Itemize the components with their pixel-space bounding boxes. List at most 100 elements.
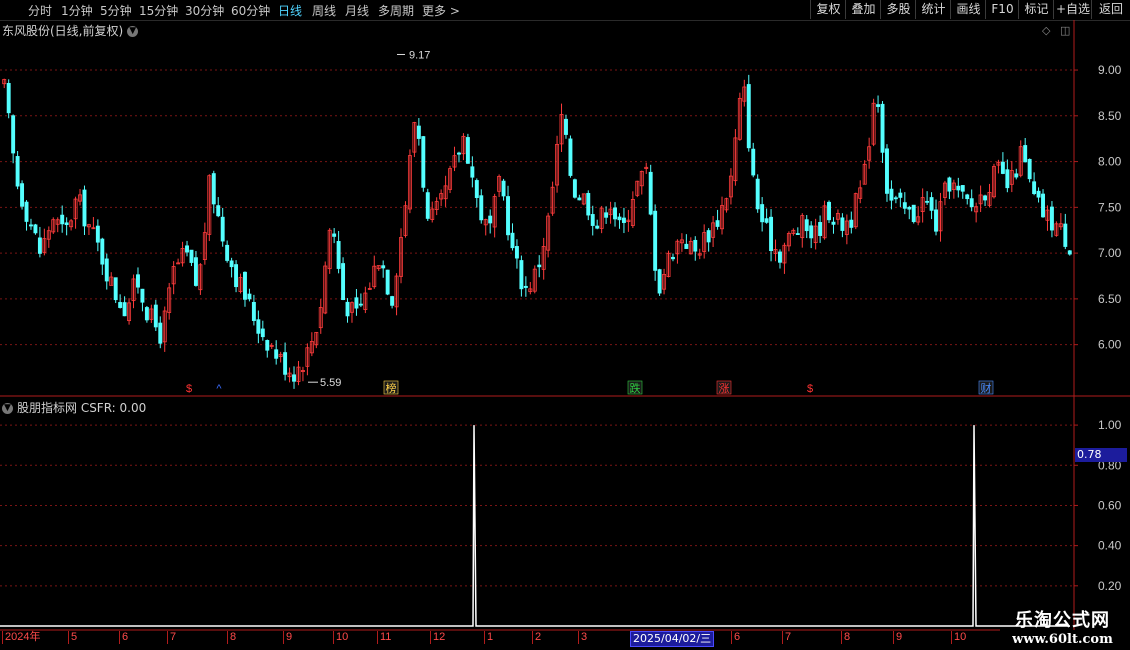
- candle-body: [595, 225, 600, 229]
- candle-body: [390, 296, 395, 306]
- candle-body: [804, 219, 809, 232]
- candle-body: [1023, 145, 1028, 163]
- chevron-down-icon[interactable]: ▼: [2, 403, 13, 414]
- candle-body: [1027, 158, 1032, 180]
- candle-body: [416, 125, 421, 139]
- date-axis-label: 7: [782, 631, 791, 644]
- candle-body: [243, 271, 247, 300]
- date-axis-label: 2: [532, 631, 541, 644]
- indicator-tick-label: 0.60: [1098, 498, 1122, 512]
- date-axis: 2024年 5 6 7 8 9 10 11 12 1 2 3 6 7 8 9 10: [0, 630, 1000, 646]
- event-marker-label[interactable]: 跌: [630, 381, 641, 395]
- candle-body: [523, 285, 528, 288]
- candle-body: [1000, 161, 1005, 174]
- price-tick-label: 6.50: [1098, 292, 1122, 306]
- candle-body: [510, 232, 515, 249]
- candle-body: [755, 178, 760, 210]
- candle-body: [778, 251, 782, 263]
- date-axis-label: 9: [283, 631, 292, 644]
- date-axis-label: 8: [841, 631, 850, 644]
- candlestick-series: [2, 74, 1072, 389]
- candle-body: [118, 302, 123, 308]
- candle-body: [849, 219, 854, 228]
- indicator-tick-label: 0.20: [1098, 579, 1122, 593]
- candle-body: [577, 197, 582, 201]
- candle-body: [925, 200, 930, 203]
- candle-body: [885, 148, 889, 194]
- date-axis-label: 2024年: [2, 631, 40, 644]
- event-markers: $ ^ 榜 跌 涨 $ 财: [186, 380, 994, 395]
- candle-body: [216, 205, 221, 217]
- candle-body: [706, 230, 711, 243]
- indicator-title[interactable]: ▼ 股朋指标网 CSFR: 0.00: [2, 399, 146, 416]
- candle-body: [470, 166, 475, 178]
- candle-body: [568, 138, 573, 176]
- indicator-series: [0, 425, 1070, 627]
- event-marker[interactable]: ^: [216, 383, 222, 395]
- candle-body: [911, 204, 916, 223]
- price-tick-label: 9.00: [1098, 63, 1122, 77]
- candle-body: [64, 222, 69, 226]
- date-axis-label: 1: [484, 631, 493, 644]
- event-marker[interactable]: $: [807, 383, 813, 395]
- candle-body: [831, 221, 836, 225]
- candle-body: [122, 302, 127, 317]
- candle-body: [760, 204, 765, 223]
- candle-body: [898, 192, 903, 198]
- candle-body: [893, 197, 898, 200]
- candle-body: [501, 180, 506, 197]
- candle-body: [292, 374, 296, 382]
- candle-body: [519, 260, 524, 290]
- low-price-label: 5.59: [320, 377, 341, 389]
- candle-body: [969, 198, 974, 208]
- candle-body: [514, 246, 519, 259]
- candle-body: [95, 225, 100, 243]
- candle-body: [1014, 173, 1019, 178]
- candle-body: [929, 197, 934, 211]
- candle-body: [465, 137, 470, 164]
- candle-body: [457, 152, 461, 155]
- candle-body: [715, 220, 720, 227]
- price-annotations: 9.17 5.59: [308, 49, 430, 389]
- price-tick-label: 8.00: [1098, 155, 1122, 169]
- date-axis-label: 6: [119, 631, 128, 644]
- candle-body: [29, 224, 33, 227]
- indicator-title-text: 股朋指标网 CSFR: 0.00: [17, 401, 147, 415]
- candle-body: [220, 216, 225, 242]
- candle-body: [211, 173, 216, 205]
- candle-body: [20, 183, 25, 207]
- candle-body: [960, 185, 965, 192]
- event-marker-label[interactable]: 涨: [719, 382, 730, 395]
- event-marker[interactable]: $: [186, 383, 192, 395]
- candle-body: [60, 214, 65, 225]
- candle-body: [11, 115, 16, 154]
- candle-body: [354, 297, 359, 309]
- candle-body: [956, 185, 961, 191]
- price-axis: 9.008.508.007.507.006.506.001.000.800.60…: [0, 20, 1130, 631]
- candle-body: [479, 195, 484, 221]
- watermark-url: www.60lt.com: [1012, 632, 1113, 647]
- candle-body: [24, 201, 29, 222]
- candle-body: [764, 218, 769, 223]
- date-axis-label: 8: [227, 631, 236, 644]
- candle-body: [537, 264, 542, 268]
- candle-body: [564, 118, 568, 135]
- candle-body: [586, 192, 591, 216]
- candle-body: [613, 207, 617, 220]
- candle-body: [229, 260, 234, 268]
- candle-body: [876, 104, 881, 107]
- candle-body: [425, 192, 430, 219]
- chart-area[interactable]: 9.008.508.007.507.006.506.001.000.800.60…: [0, 0, 1130, 650]
- candle-body: [1067, 250, 1072, 255]
- candle-body: [358, 303, 363, 306]
- candle-body: [769, 216, 774, 251]
- candle-body: [617, 216, 622, 221]
- event-marker-label[interactable]: 榜: [386, 381, 397, 395]
- candle-body: [1005, 169, 1010, 189]
- event-marker-label[interactable]: 财: [981, 381, 992, 395]
- candle-body: [983, 195, 988, 201]
- candle-body: [193, 257, 198, 286]
- candle-body: [1032, 181, 1037, 195]
- candle-body: [332, 233, 337, 237]
- candle-body: [827, 201, 831, 221]
